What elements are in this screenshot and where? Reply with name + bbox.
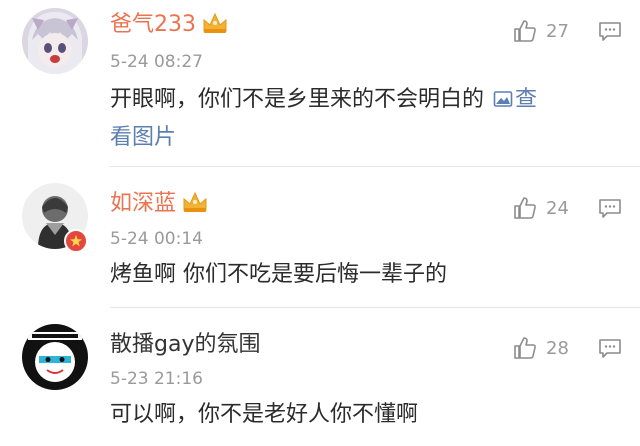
comment-timestamp: 5-24 08:27 <box>110 52 203 72</box>
like-count: 28 <box>546 337 569 359</box>
username[interactable]: 散播gay的氛围 <box>110 332 260 358</box>
picture-icon <box>493 84 513 120</box>
thumbs-up-icon <box>514 20 536 42</box>
like-button[interactable]: 28 <box>512 335 569 361</box>
avatar[interactable] <box>22 8 88 74</box>
thumbs-up-icon <box>514 197 536 219</box>
username[interactable]: 爸气233 <box>110 12 228 41</box>
username[interactable]: 如深蓝 <box>110 191 208 220</box>
comment-bubble-icon <box>599 22 621 41</box>
comment-item: 如深蓝 5-24 00:14 烤鱼啊 你们不吃是要后悔一辈子的 24 <box>0 167 640 307</box>
crown-icon <box>182 191 208 220</box>
verified-badge-icon <box>64 229 88 253</box>
comment-bubble-icon <box>599 199 621 218</box>
comment-text: 烤鱼啊 你们不吃是要后悔一辈子的 <box>110 262 447 287</box>
comment-item: 散播gay的氛围 5-23 21:16 可以啊，你不是老好人你不懂啊 28 <box>0 308 640 446</box>
crown-icon <box>202 12 228 41</box>
avatar[interactable] <box>22 324 88 390</box>
like-button[interactable]: 27 <box>512 18 569 44</box>
like-count: 27 <box>546 20 569 42</box>
like-count: 24 <box>546 197 569 219</box>
thumbs-up-icon <box>514 337 536 359</box>
reply-button[interactable] <box>598 21 622 43</box>
reply-button[interactable] <box>598 198 622 220</box>
comment-bubble-icon <box>599 339 621 358</box>
comment-item: 爸气233 5-24 08:27 开眼啊，你们不是乡里来的不会明白的 查看图片 … <box>0 0 640 166</box>
comment-timestamp: 5-23 21:16 <box>110 369 203 389</box>
like-button[interactable]: 24 <box>512 195 569 221</box>
comment-text: 可以啊，你不是老好人你不懂啊 <box>110 402 419 427</box>
comment-text: 开眼啊，你们不是乡里来的不会明白的 查看图片 <box>110 82 610 156</box>
reply-button[interactable] <box>598 338 622 360</box>
comment-timestamp: 5-24 00:14 <box>110 229 203 249</box>
